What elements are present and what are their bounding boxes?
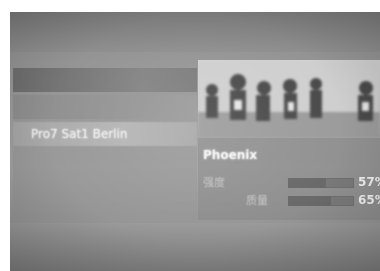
bottom-band (10, 223, 380, 271)
signal-quality-value: 65% (358, 193, 380, 207)
channel-list-item-selected[interactable]: Pro7 Sat1 Berlin (13, 122, 197, 146)
signal-strength-fill (288, 178, 326, 188)
channel-list-item[interactable] (13, 95, 197, 119)
signal-strength-value: 57% (358, 175, 380, 189)
signal-quality-label: 质量 (246, 194, 268, 207)
channel-list: Pro7 Sat1 Berlin (13, 60, 197, 220)
channel-preview (198, 60, 380, 138)
signal-quality-bar (288, 196, 354, 206)
preview-image (198, 60, 380, 138)
channel-name: Phoenix (203, 148, 258, 162)
signal-quality-fill (288, 196, 331, 206)
signal-strength-bar (288, 178, 354, 188)
top-band (10, 12, 380, 52)
tv-screen: Pro7 Sat1 Berlin Phoenix 强度 57 质量 65 (10, 12, 380, 271)
channel-list-item-label: Pro7 Sat1 Berlin (31, 127, 128, 141)
signal-strength-label: 强度 (203, 176, 225, 189)
channel-info: Phoenix 强度 57% 质量 65% (198, 138, 380, 220)
channel-list-item[interactable] (13, 68, 197, 92)
